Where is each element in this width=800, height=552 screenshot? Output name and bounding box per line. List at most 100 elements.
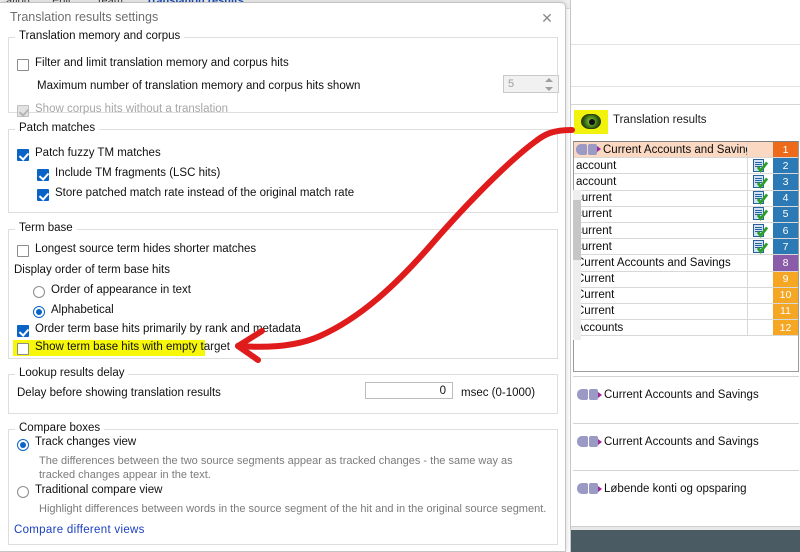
results-scrollbar[interactable] xyxy=(573,190,581,340)
group-label-term-base: Term base xyxy=(15,222,77,234)
row-icon-slot xyxy=(747,254,773,271)
checkbox-store-patched-rate[interactable] xyxy=(37,189,49,201)
label-display-order: Display order of term base hits xyxy=(14,264,170,276)
table-row[interactable]: Current Accounts and Savings 1 xyxy=(574,141,798,159)
toolbar-divider-1 xyxy=(571,44,800,45)
status-bar xyxy=(571,530,800,552)
table-row[interactable]: Current 9 xyxy=(574,271,798,288)
group-compare-boxes: Compare boxes Track changes view The dif… xyxy=(8,422,558,545)
radio-track-changes-view[interactable] xyxy=(17,439,29,451)
table-row[interactable]: current 6 xyxy=(574,222,798,240)
document-check-icon xyxy=(753,191,768,206)
description-traditional-compare-view: Highlight differences between words in t… xyxy=(39,503,547,515)
row-text: Current xyxy=(576,289,615,302)
hit-box[interactable]: Løbende konti og opsparing xyxy=(573,470,799,516)
radio-alphabetical[interactable] xyxy=(33,306,45,318)
document-check-icon xyxy=(753,174,768,189)
row-icon-slot xyxy=(747,190,773,207)
row-text: current xyxy=(576,208,612,221)
table-row[interactable]: current 5 xyxy=(574,206,798,223)
hit-box-text: Current Accounts and Savings xyxy=(577,389,759,401)
results-table[interactable]: Current Accounts and Savings 1 account 2 acc… xyxy=(573,141,799,337)
link-compare-different-views[interactable]: Compare different views xyxy=(14,524,145,536)
results-toolbar-band xyxy=(571,0,800,105)
row-text: Current xyxy=(576,305,615,318)
group-label-tm-corpus: Translation memory and corpus xyxy=(15,30,185,42)
row-number-badge: 5 xyxy=(773,206,798,222)
input-delay-value: 0 xyxy=(439,385,446,397)
row-text: current xyxy=(576,192,612,205)
table-row[interactable]: account 3 xyxy=(574,173,798,191)
checkbox-longest-source-term[interactable] xyxy=(17,245,29,257)
label-show-empty-target: Show term base hits with empty target xyxy=(35,341,230,353)
group-label-lookup-delay: Lookup results delay xyxy=(15,367,129,379)
label-order-by-rank: Order term base hits primarily by rank a… xyxy=(35,323,301,335)
label-alphabetical: Alphabetical xyxy=(51,304,114,316)
row-text: Current xyxy=(576,273,615,286)
close-icon[interactable]: ✕ xyxy=(538,9,556,27)
results-scrollbar-thumb[interactable] xyxy=(573,200,581,260)
table-row[interactable]: Current 10 xyxy=(574,287,798,304)
row-text: Current Accounts and Savings xyxy=(574,143,747,156)
checkbox-include-tm-fragments[interactable] xyxy=(37,169,49,181)
row-icon-slot xyxy=(747,141,773,158)
label-delay-units: msec (0-1000) xyxy=(461,387,536,399)
row-text: account xyxy=(576,159,617,172)
document-check-icon xyxy=(753,207,768,222)
radio-order-appearance[interactable] xyxy=(33,286,45,298)
row-number-badge: 1 xyxy=(773,142,798,158)
results-header-label: Translation results xyxy=(613,114,707,126)
eye-icon[interactable] xyxy=(581,114,601,129)
description-track-changes-view: The differences between the two source s… xyxy=(39,455,513,481)
row-icon-slot xyxy=(747,303,773,320)
group-patch-matches: Patch matches Patch fuzzy TM matches Inc… xyxy=(8,122,558,213)
pill-marker-icon xyxy=(576,143,602,155)
row-text: Current Accounts and Savings xyxy=(576,256,731,269)
label-order-appearance: Order of appearance in text xyxy=(51,284,191,296)
pill-marker-icon xyxy=(577,483,603,494)
table-row[interactable]: current 4 xyxy=(574,190,798,207)
input-delay-msec[interactable]: 0 xyxy=(365,382,453,399)
hit-box[interactable]: Current Accounts and Savings xyxy=(573,423,799,469)
table-row[interactable]: Accounts 12 xyxy=(574,319,798,337)
row-text: account xyxy=(576,175,617,188)
dialog-title: Translation results settings xyxy=(10,10,159,24)
radio-traditional-compare-view[interactable] xyxy=(17,486,29,498)
row-number-badge: 3 xyxy=(773,174,798,190)
label-include-tm-fragments: Include TM fragments (LSC hits) xyxy=(55,167,221,179)
label-patch-fuzzy-tm: Patch fuzzy TM matches xyxy=(35,147,161,159)
row-number-badge: 2 xyxy=(773,158,798,174)
results-table-overflow xyxy=(573,336,799,372)
document-check-icon xyxy=(753,223,768,238)
checkbox-show-corpus-hits xyxy=(17,105,29,117)
checkbox-order-by-rank[interactable] xyxy=(17,325,29,337)
table-row[interactable]: Current 11 xyxy=(574,303,798,321)
row-icon-slot xyxy=(747,206,773,223)
label-traditional-compare-view: Traditional compare view xyxy=(35,484,163,496)
row-icon-slot xyxy=(747,319,773,336)
label-delay: Delay before showing translation results xyxy=(17,387,221,399)
hit-box[interactable]: Current Accounts and Savings xyxy=(573,376,799,422)
label-max-hits: Maximum number of translation memory and… xyxy=(37,80,361,92)
spinner-arrows-icon[interactable] xyxy=(545,77,556,92)
spinner-max-hits[interactable]: 5 xyxy=(503,75,559,93)
row-text: current xyxy=(576,224,612,237)
row-number-badge: 7 xyxy=(773,239,798,255)
label-track-changes-view: Track changes view xyxy=(35,436,137,448)
table-row[interactable]: account 2 xyxy=(574,157,798,175)
checkbox-show-empty-target[interactable] xyxy=(17,343,29,355)
row-number-badge: 11 xyxy=(773,303,798,320)
document-check-icon xyxy=(753,239,768,254)
translation-results-pane: Translation results Current Accounts and… xyxy=(570,0,800,552)
group-lookup-delay: Lookup results delay Delay before showin… xyxy=(8,367,558,414)
eye-icon-highlight xyxy=(574,110,608,134)
table-row[interactable]: Current Accounts and Savings 8 xyxy=(574,254,798,272)
group-term-base: Term base Longest source term hides shor… xyxy=(8,222,558,359)
checkbox-patch-fuzzy-tm[interactable] xyxy=(17,149,29,161)
table-row[interactable]: current 7 xyxy=(574,238,798,256)
row-number-badge: 8 xyxy=(773,255,798,271)
spinner-max-hits-value: 5 xyxy=(508,78,515,90)
label-show-corpus-hits: Show corpus hits without a translation xyxy=(35,103,229,115)
checkbox-filter-limit-hits[interactable] xyxy=(17,59,29,71)
row-icon-slot xyxy=(747,157,773,174)
